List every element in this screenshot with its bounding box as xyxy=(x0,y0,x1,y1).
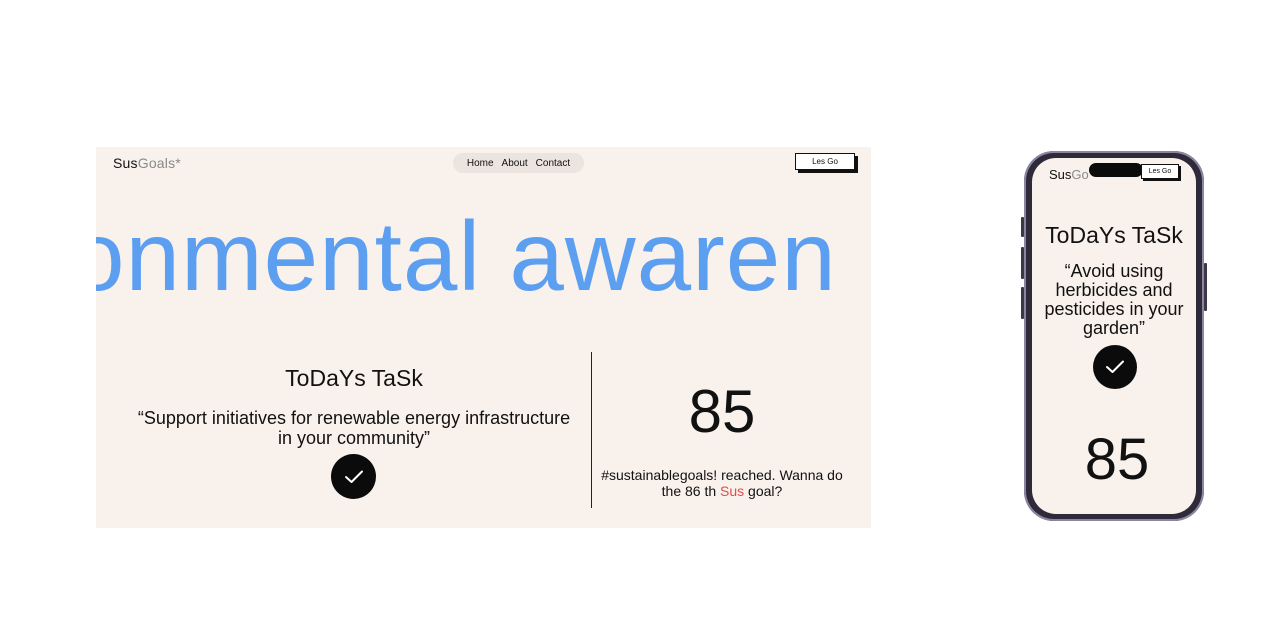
mobile-goal-counter: 85 xyxy=(1084,427,1150,492)
mobile-logo-bold: Sus xyxy=(1049,167,1072,182)
nav-home[interactable]: Home xyxy=(467,158,494,169)
mobile-logo-light: Go xyxy=(1071,167,1089,182)
mobile-complete-task-button[interactable] xyxy=(1093,345,1137,389)
mobile-page: SusGo Les Go ToDaYs TaSk “Avoid using he… xyxy=(1032,158,1196,514)
mobile-task-text: “Avoid using herbicides and pesticides i… xyxy=(1044,261,1184,338)
goal-counter: 85 xyxy=(688,378,756,445)
mobile-task-title: ToDaYs TaSk xyxy=(1045,222,1183,248)
les-go-button[interactable]: Les Go xyxy=(795,153,855,170)
phone-side-button xyxy=(1021,217,1024,237)
logo[interactable]: SusGoals* xyxy=(113,155,181,171)
divider xyxy=(591,352,592,508)
counter-text-end: goal? xyxy=(744,483,783,499)
nav-contact[interactable]: Contact xyxy=(536,158,570,169)
counter-text: #sustainablegoals! reached. Wanna do the… xyxy=(601,467,843,499)
phone-power-button xyxy=(1204,263,1207,311)
phone-mockup: SusGo Les Go ToDaYs TaSk “Avoid using he… xyxy=(1021,151,1207,521)
check-icon xyxy=(344,470,363,483)
desktop-page: SusGoals* Home About Contact Les Go onme… xyxy=(96,147,871,528)
task-title: ToDaYs TaSk xyxy=(285,365,423,391)
complete-task-button[interactable] xyxy=(331,454,376,499)
phone-volume-button xyxy=(1021,287,1024,319)
logo-light: Goals* xyxy=(137,155,181,171)
counter-text-highlight: Sus xyxy=(720,483,745,499)
logo-bold: Sus xyxy=(113,155,138,171)
nav-bar: Home About Contact xyxy=(453,153,584,173)
mobile-les-go-button[interactable]: Les Go xyxy=(1141,164,1179,179)
mobile-logo[interactable]: SusGo xyxy=(1049,167,1089,182)
check-icon xyxy=(1106,360,1124,373)
dynamic-island xyxy=(1089,163,1143,177)
phone-volume-button xyxy=(1021,247,1024,279)
marquee-text: onmental awaren xyxy=(96,201,837,311)
nav-about[interactable]: About xyxy=(502,158,528,169)
task-text: “Support initiatives for renewable energ… xyxy=(137,408,571,448)
